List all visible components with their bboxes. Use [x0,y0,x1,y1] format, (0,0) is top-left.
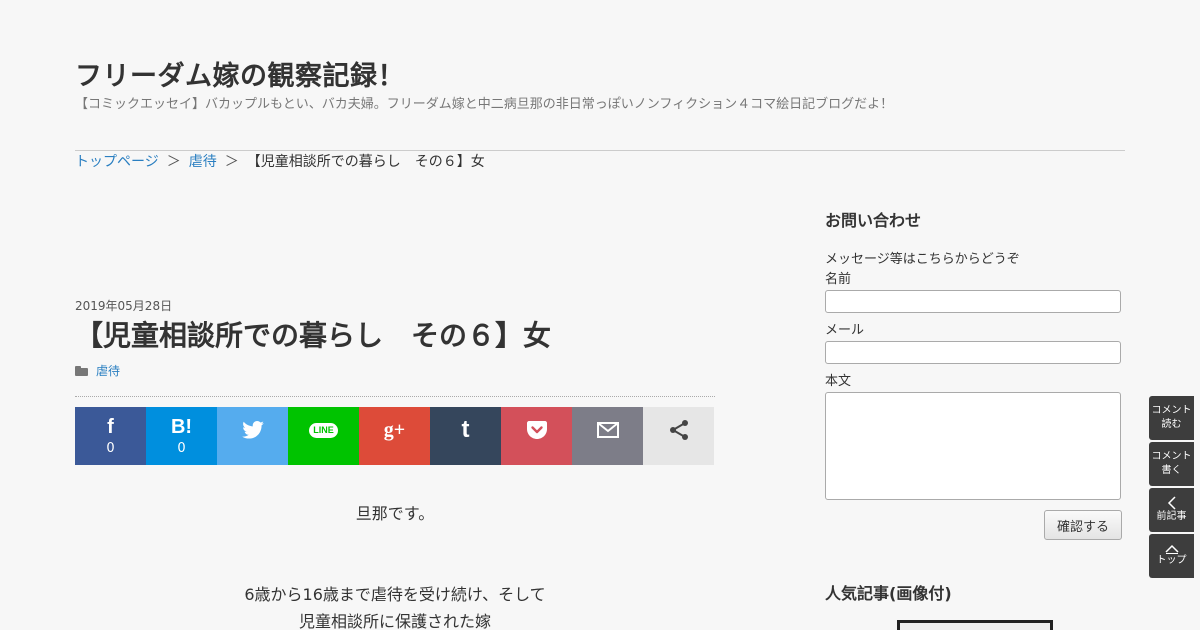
post-date: 2019年05月28日 [75,299,173,313]
read-comments-button[interactable]: コメント 読む [1149,396,1194,440]
chevron-up-icon [1164,544,1179,554]
confirm-button[interactable]: 確認する [1044,510,1122,540]
twitter-share-button[interactable] [217,407,288,465]
hatena-share-count: 0 [177,441,186,456]
share-bar: f 0 B! 0 LINE g+ t [75,407,715,465]
contact-title: お問い合わせ [825,211,922,230]
hatena-icon: B! [170,416,193,438]
twitter-icon [241,421,264,439]
facebook-share-count: 0 [106,441,115,456]
email-input[interactable] [825,341,1121,364]
float-nav-label: コメント [1151,451,1192,462]
body-textarea[interactable] [825,392,1121,500]
previous-article-button[interactable]: 前記事 [1149,488,1194,532]
line-icon: LINE [309,422,338,438]
facebook-share-button[interactable]: f 0 [75,407,146,465]
more-share-button[interactable] [643,407,714,465]
line-share-button[interactable]: LINE [288,407,359,465]
breadcrumb-separator: ＞ [224,154,239,170]
email-label: メール [825,323,865,338]
contact-intro: メッセージ等はこちらからどうぞ [825,252,1020,267]
popular-title: 人気記事(画像付) [825,584,952,603]
breadcrumb-top-link[interactable]: トップページ [75,151,159,171]
body-label: 本文 [825,374,852,389]
float-nav-label: 読む [1161,419,1182,430]
folder-icon [75,365,88,376]
site-description: 【コミックエッセイ】バカップルもとい、バカ夫婦。フリーダム嫁と中二病旦那の非日常… [75,97,894,112]
mail-share-button[interactable] [572,407,643,465]
breadcrumb: トップページ ＞ 虐待 ＞ 【児童相談所での暮らし その６】女 [75,151,485,171]
name-input[interactable] [825,290,1121,313]
float-nav-label: 前記事 [1156,511,1187,522]
post-title: 【児童相談所での暮らし その６】女 [75,319,552,352]
back-to-top-button[interactable]: トップ [1149,534,1194,578]
name-label: 名前 [825,272,852,287]
google-plus-icon: g+ [383,419,406,441]
mail-icon [596,422,619,438]
facebook-icon: f [107,416,114,438]
post-body-line: 旦那です。 [355,504,435,523]
post-category-link[interactable]: 虐待 [96,362,120,379]
float-nav-label: コメント [1151,405,1192,416]
google-plus-share-button[interactable]: g+ [359,407,430,465]
breadcrumb-category-link[interactable]: 虐待 [189,151,217,171]
share-icon [669,420,688,440]
breadcrumb-current: 【児童相談所での暮らし その６】女 [246,154,485,170]
post-body-line: 6歳から16歳まで虐待を受け続け、そして [244,585,546,604]
post-category: 虐待 [75,362,120,379]
post-divider [75,396,715,397]
pocket-icon [526,421,547,439]
breadcrumb-separator: ＞ [166,154,181,170]
post-body-line: 児童相談所に保護された嫁 [298,612,491,630]
tumblr-share-button[interactable]: t [430,407,501,465]
hatena-bookmark-button[interactable]: B! 0 [146,407,217,465]
pocket-share-button[interactable] [501,407,572,465]
chevron-left-icon [1167,496,1176,510]
write-comment-button[interactable]: コメント 書く [1149,442,1194,486]
site-title[interactable]: フリーダム嫁の観察記録！ [75,54,405,93]
float-nav-label: 書く [1161,465,1182,476]
popular-article-thumbnail[interactable] [897,620,1053,630]
tumblr-icon: t [461,416,470,443]
float-nav-label: トップ [1156,555,1187,566]
